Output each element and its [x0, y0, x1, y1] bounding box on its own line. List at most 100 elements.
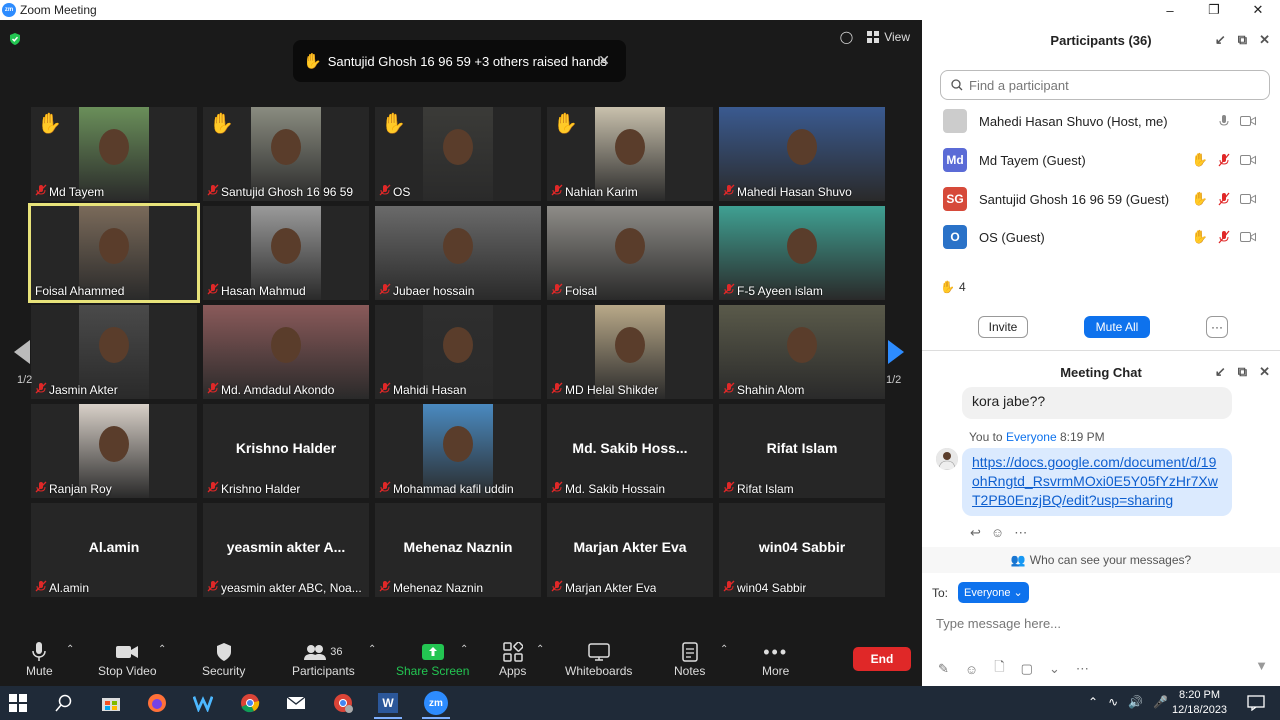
participants-options-chevron-icon[interactable]: ⌃ — [368, 644, 376, 655]
zoom-taskbar-icon[interactable]: zm — [424, 691, 448, 715]
who-can-see-banner[interactable]: 👥 Who can see your messages? — [922, 547, 1280, 573]
apps-button[interactable]: Apps — [499, 640, 526, 678]
video-tile[interactable]: Foisal Ahammed — [28, 203, 200, 303]
video-tile[interactable]: Al.amin Al.amin — [31, 503, 197, 597]
video-tile[interactable]: MD Helal Shikder — [547, 305, 713, 399]
invite-button[interactable]: Invite — [978, 316, 1028, 338]
previous-page-arrow-icon[interactable] — [14, 340, 30, 364]
video-tile[interactable]: Mahidi Hasan — [375, 305, 541, 399]
volume-icon[interactable]: 🔊 — [1128, 695, 1143, 709]
participants-more-button[interactable]: ··· — [1206, 316, 1228, 338]
video-tile[interactable]: Marjan Akter Eva Marjan Akter Eva — [547, 503, 713, 597]
close-chat-icon[interactable]: ✕ — [1259, 364, 1270, 380]
end-meeting-button[interactable]: End — [853, 647, 911, 671]
screenshot-chevron-icon[interactable]: ⌄ — [1049, 661, 1060, 677]
chrome-icon[interactable] — [240, 693, 260, 713]
participants-button[interactable]: 36 Participants — [292, 640, 355, 678]
video-tile[interactable]: F-5 Ayeen islam — [719, 206, 885, 300]
participant-search-input[interactable] — [969, 77, 1249, 93]
widgets-icon[interactable] — [193, 693, 213, 713]
muted-mic-icon[interactable] — [1218, 230, 1230, 244]
mute-button[interactable]: Mute — [26, 640, 53, 678]
collapse-icon[interactable]: ↙ — [1215, 32, 1226, 48]
share-options-chevron-icon[interactable]: ⌃ — [460, 644, 468, 655]
video-camera-icon[interactable] — [1240, 232, 1256, 242]
screenshot-icon[interactable]: ▢ — [1021, 661, 1033, 677]
view-button[interactable]: View — [867, 30, 910, 44]
immersive-icon[interactable]: ◯ — [840, 30, 853, 44]
video-tile[interactable]: Foisal — [547, 206, 713, 300]
participant-row[interactable]: O OS (Guest) ✋ — [922, 218, 1272, 256]
encryption-shield-icon[interactable] — [8, 32, 22, 46]
video-tile[interactable]: Rifat Islam Rifat Islam — [719, 404, 885, 498]
emoji-icon[interactable]: ☺ — [965, 662, 978, 677]
chat-message-link[interactable]: https://docs.google.com/document/d/19ohR… — [962, 448, 1232, 516]
close-window-button[interactable]: ✕ — [1236, 0, 1280, 20]
video-tile[interactable]: Mohammad kafil uddin — [375, 404, 541, 498]
security-button[interactable]: Security — [202, 640, 245, 678]
video-tile[interactable]: ✋ OS — [375, 107, 541, 201]
maximize-button[interactable]: ❐ — [1192, 0, 1236, 20]
mail-icon[interactable] — [286, 693, 306, 713]
firefox-icon[interactable] — [147, 693, 167, 713]
video-tile[interactable]: Jasmin Akter — [31, 305, 197, 399]
video-tile[interactable]: yeasmin akter A... yeasmin akter ABC, Noa… — [203, 503, 369, 597]
video-camera-icon[interactable] — [1240, 155, 1256, 165]
minimize-button[interactable]: – — [1148, 0, 1192, 20]
notes-options-chevron-icon[interactable]: ⌃ — [720, 644, 728, 655]
wifi-icon[interactable]: ∿ — [1108, 695, 1118, 709]
video-tile[interactable]: Hasan Mahmud — [203, 206, 369, 300]
mute-all-button[interactable]: Mute All — [1084, 316, 1150, 338]
tray-chevron-icon[interactable]: ⌃ — [1088, 695, 1098, 709]
participant-row[interactable]: Mahedi Hasan Shuvo (Host, me) — [922, 102, 1272, 140]
windows-start-icon[interactable] — [8, 693, 28, 713]
close-banner-icon[interactable]: ✕ — [598, 52, 610, 69]
apps-options-chevron-icon[interactable]: ⌃ — [536, 644, 544, 655]
whiteboards-button[interactable]: Whiteboards — [565, 640, 632, 678]
muted-mic-icon[interactable] — [1218, 192, 1230, 206]
reply-icon[interactable]: ↩ — [970, 525, 981, 541]
video-tile[interactable]: Md. Sakib Hoss... Md. Sakib Hossain — [547, 404, 713, 498]
recipient-select[interactable]: Everyone ⌄ — [958, 582, 1029, 603]
video-tile[interactable]: Shahin Alom — [719, 305, 885, 399]
muted-mic-icon[interactable] — [1218, 153, 1230, 167]
video-tile[interactable]: Mahedi Hasan Shuvo — [719, 107, 885, 201]
notes-button[interactable]: Notes — [674, 640, 705, 678]
video-tile[interactable]: ✋ Nahian Karim — [547, 107, 713, 201]
chrome-profile-icon[interactable] — [333, 693, 353, 713]
raised-hands-banner[interactable]: ✋ Santujid Ghosh 16 96 59 +3 others rais… — [293, 40, 626, 82]
next-page-arrow-icon[interactable] — [888, 340, 904, 364]
participant-search-box[interactable] — [940, 70, 1270, 100]
participant-row[interactable]: SG Santujid Ghosh 16 96 59 (Guest) ✋ — [922, 180, 1272, 218]
more-button[interactable]: ••• More — [762, 640, 789, 679]
video-camera-icon[interactable] — [1240, 194, 1256, 204]
participant-row[interactable]: Md Md Tayem (Guest) ✋ — [922, 141, 1272, 179]
video-tile[interactable]: Krishno Halder Krishno Halder — [203, 404, 369, 498]
stop-video-button[interactable]: Stop Video — [98, 640, 157, 678]
video-tile[interactable]: Md. Amdadul Akondo — [203, 305, 369, 399]
video-tile[interactable]: win04 Sabbir win04 Sabbir — [719, 503, 885, 597]
word-icon[interactable]: W — [378, 693, 398, 713]
chat-popout-icon[interactable]: ⧉ — [1238, 364, 1247, 380]
send-icon[interactable]: ▼ — [1255, 658, 1268, 673]
close-participants-icon[interactable]: ✕ — [1259, 32, 1270, 48]
video-tile[interactable]: ✋ Md Tayem — [31, 107, 197, 201]
notifications-icon[interactable] — [1246, 693, 1266, 713]
taskbar-clock[interactable]: 8:20 PM 12/18/2023 — [1172, 688, 1227, 718]
video-tile[interactable]: Mehenaz Naznin Mehenaz Naznin — [375, 503, 541, 597]
share-screen-button[interactable]: Share Screen — [396, 640, 469, 678]
popout-icon[interactable]: ⧉ — [1238, 32, 1247, 48]
chat-collapse-icon[interactable]: ↙ — [1215, 364, 1226, 380]
video-options-chevron-icon[interactable]: ⌃ — [158, 644, 166, 655]
video-tile[interactable]: ✋ Santujid Ghosh 16 96 59 — [203, 107, 369, 201]
video-tile[interactable]: Ranjan Roy — [31, 404, 197, 498]
mic-icon[interactable] — [1218, 114, 1230, 128]
video-camera-icon[interactable] — [1240, 116, 1256, 126]
audio-options-chevron-icon[interactable]: ⌃ — [66, 644, 74, 655]
chat-more-icon[interactable]: ⋯ — [1076, 661, 1089, 677]
video-tile[interactable]: Jubaer hossain — [375, 206, 541, 300]
tray-mic-icon[interactable]: 🎤 — [1153, 695, 1168, 709]
format-icon[interactable]: ✎ — [938, 661, 949, 677]
search-taskbar-icon[interactable] — [54, 693, 74, 713]
emoji-reaction-icon[interactable]: ☺ — [991, 525, 1004, 541]
